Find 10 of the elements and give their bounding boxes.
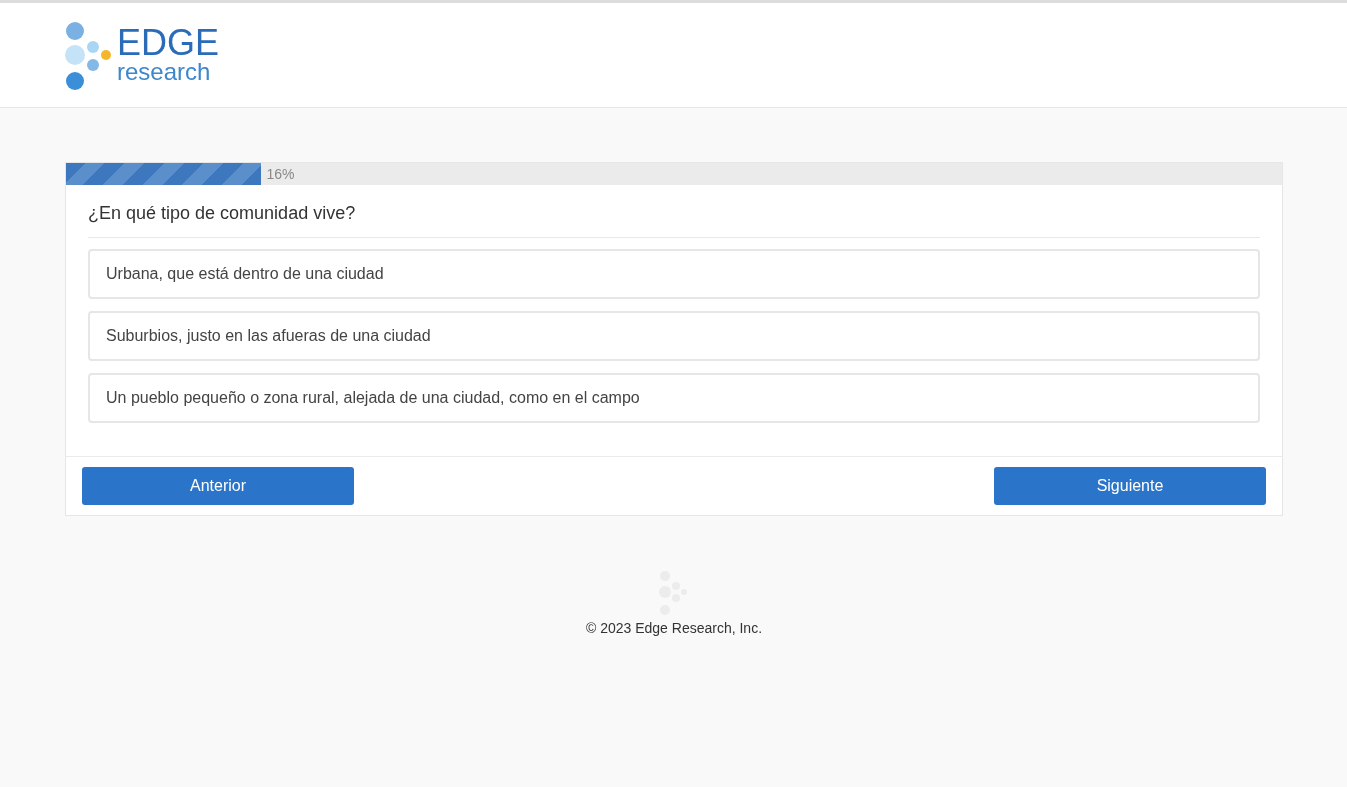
copyright-text: © 2023 Edge Research, Inc. bbox=[585, 620, 763, 636]
question-text: ¿En qué tipo de comunidad vive? bbox=[88, 203, 1260, 238]
logo-subtitle: research bbox=[117, 59, 212, 85]
answer-option[interactable]: Suburbios, justo en las afueras de una ciudad bbox=[88, 311, 1260, 361]
next-button[interactable]: Siguiente bbox=[994, 467, 1266, 505]
progress-percentage: 16% bbox=[266, 166, 295, 182]
answer-option[interactable]: Urbana, que está dentro de una ciudad bbox=[88, 249, 1260, 299]
logo-title: EDGE bbox=[117, 27, 220, 59]
answer-option[interactable]: Un pueblo pequeño o zona rural, alejada de una ciudad, como en el campo bbox=[88, 373, 1260, 423]
previous-button[interactable]: Anterior bbox=[82, 467, 354, 505]
